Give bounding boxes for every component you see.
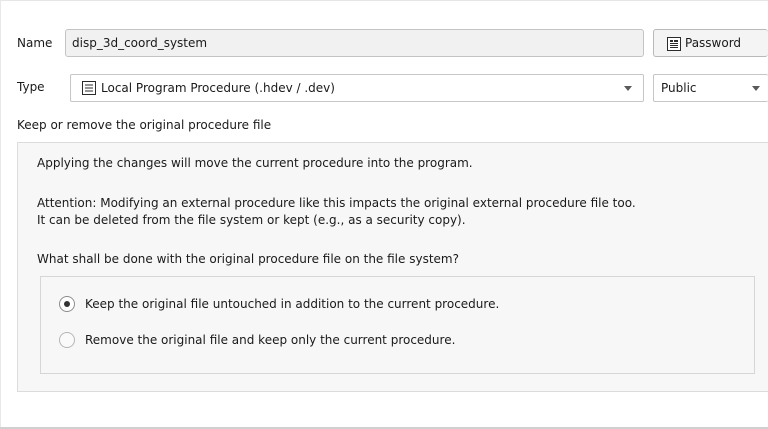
visibility-combobox[interactable]: Public xyxy=(653,74,768,102)
keep-radio-label: Keep the original file untouched in addi… xyxy=(85,297,500,311)
type-label: Type xyxy=(17,80,45,94)
window-left-border xyxy=(0,0,1,429)
window-top-border xyxy=(0,0,768,1)
options-box xyxy=(40,276,755,374)
attention-text-line1: Attention: Modifying an external procedu… xyxy=(37,196,636,210)
remove-radio-label: Remove the original file and keep only t… xyxy=(85,333,456,347)
attention-text-line2: It can be deleted from the file system o… xyxy=(37,213,466,227)
name-label: Name xyxy=(17,36,53,50)
name-field[interactable]: disp_3d_coord_system xyxy=(65,29,644,57)
question-text: What shall be done with the original pro… xyxy=(37,252,459,266)
type-combobox[interactable]: Local Program Procedure (.hdev / .dev) xyxy=(70,74,644,102)
keep-radio[interactable] xyxy=(59,296,75,312)
document-list-icon xyxy=(81,80,97,99)
visibility-combobox-value: Public xyxy=(661,81,697,95)
option-keep[interactable]: Keep the original file untouched in addi… xyxy=(59,295,619,315)
remove-radio[interactable] xyxy=(59,332,75,348)
type-combobox-value: Local Program Procedure (.hdev / .dev) xyxy=(101,81,335,95)
chevron-down-icon xyxy=(624,86,632,91)
document-icon xyxy=(666,36,682,55)
name-field-value: disp_3d_coord_system xyxy=(72,36,208,50)
password-button[interactable]: Password xyxy=(653,29,768,57)
option-remove[interactable]: Remove the original file and keep only t… xyxy=(59,331,619,351)
section-title: Keep or remove the original procedure fi… xyxy=(17,118,272,132)
chevron-down-icon xyxy=(752,86,760,91)
info-text: Applying the changes will move the curre… xyxy=(37,156,473,170)
password-button-label: Password xyxy=(685,36,742,50)
